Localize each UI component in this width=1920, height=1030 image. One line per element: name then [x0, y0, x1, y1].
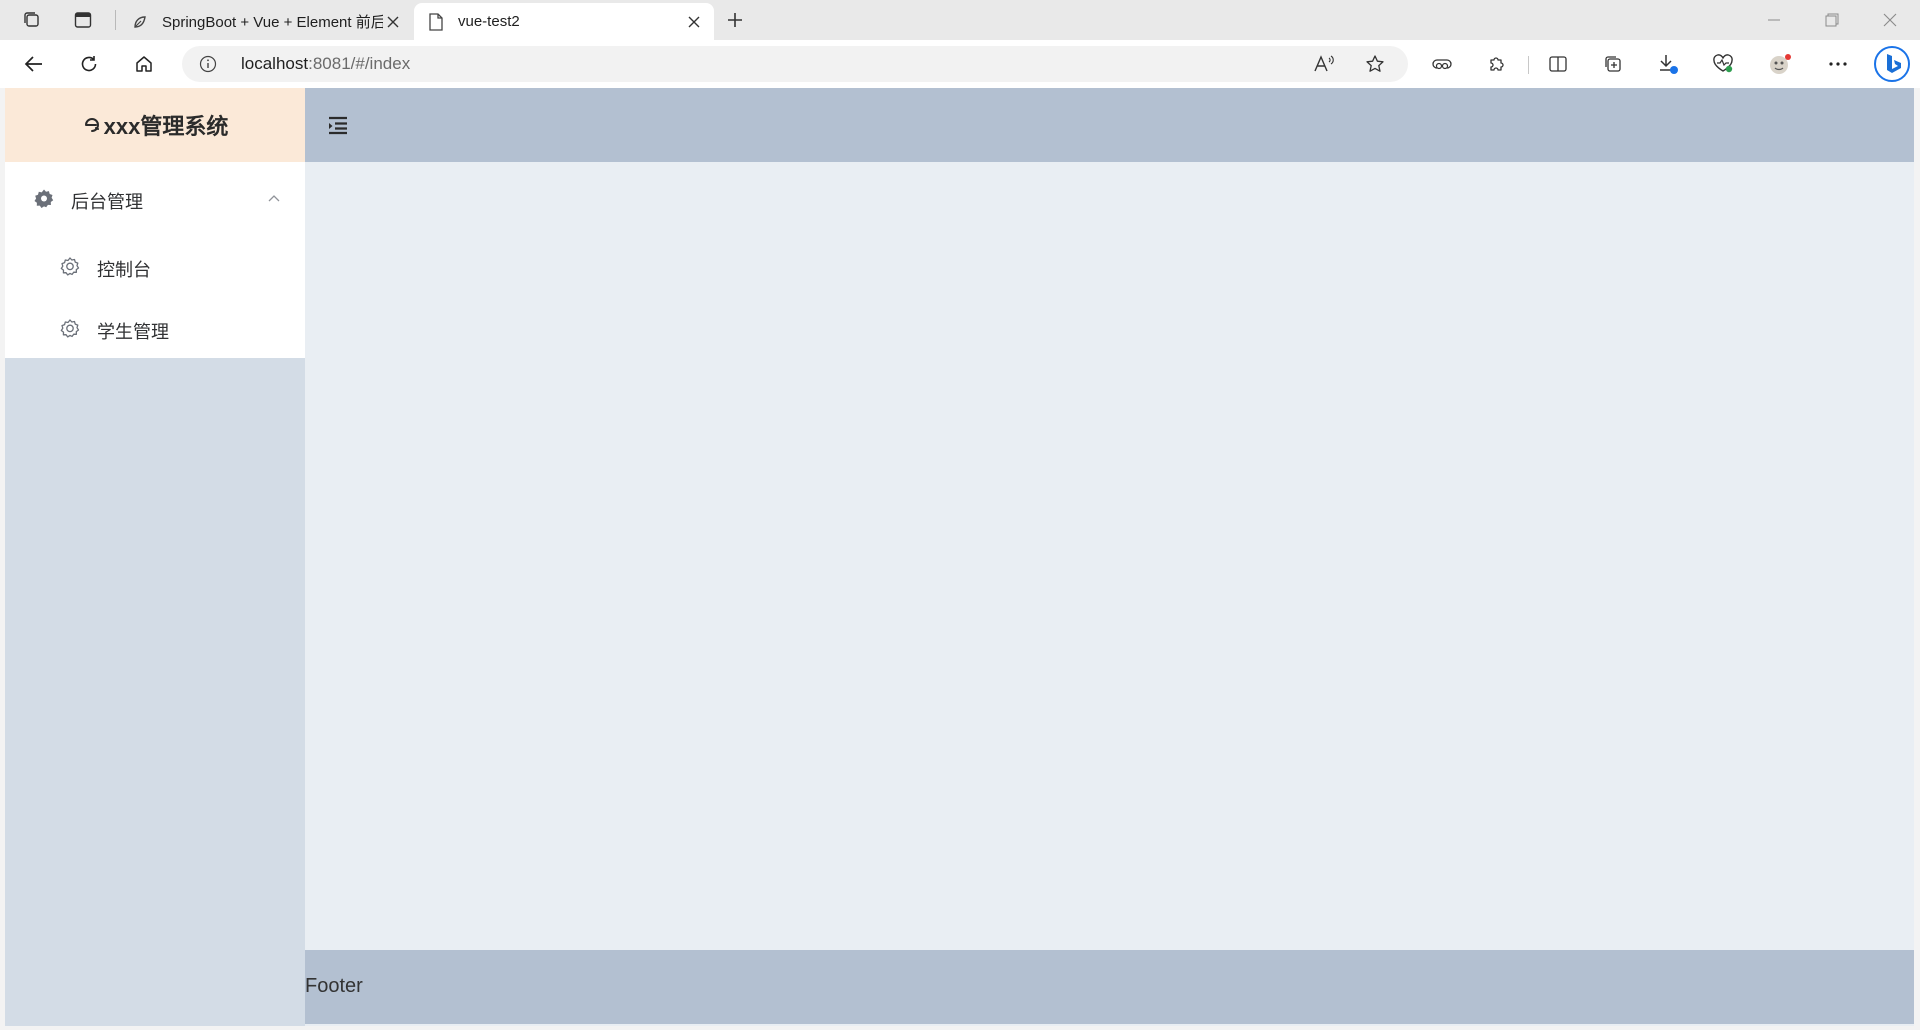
split-screen-icon[interactable] — [1540, 48, 1576, 80]
menu-item-student-management[interactable]: 学生管理 — [5, 298, 305, 360]
submenu-backend-management[interactable]: 后台管理 — [5, 162, 305, 236]
globe-leaf-icon — [130, 12, 150, 32]
settings-icon — [33, 188, 55, 210]
minimize-icon[interactable] — [1745, 0, 1803, 40]
page-viewport: xxx管理系统 后台管理 控制台 学生管理 Footer — [5, 88, 1914, 1026]
menu-item-console[interactable]: 控制台 — [5, 236, 305, 298]
gear-outline-icon — [59, 318, 81, 340]
tab-title: SpringBoot + Vue + Element 前后 — [162, 14, 383, 31]
url-path: :8081/#/index — [308, 54, 411, 73]
new-tab-icon[interactable] — [720, 6, 750, 34]
browser-health-icon[interactable] — [1705, 48, 1741, 80]
collapse-menu-icon[interactable] — [327, 115, 349, 135]
main-content — [305, 162, 1914, 950]
menu-item-label: 学生管理 — [97, 322, 169, 342]
chevron-up-icon — [267, 188, 281, 202]
restore-icon[interactable] — [1803, 0, 1861, 40]
workspaces-icon[interactable] — [17, 6, 47, 34]
toolbar-separator — [1528, 56, 1529, 74]
window-bottom-edge — [0, 1026, 1920, 1030]
app-footer: Footer — [305, 950, 1914, 1024]
footer-text: Footer — [305, 975, 363, 997]
browser-tab-bar: SpringBoot + Vue + Element 前后 vue-test2 — [0, 0, 1920, 40]
extensions-icon[interactable] — [1479, 48, 1515, 80]
favorite-star-icon[interactable] — [1359, 50, 1391, 78]
downloads-icon[interactable] — [1650, 48, 1686, 80]
logo-text: xxx管理系统 — [103, 114, 229, 139]
logo: xxx管理系统 — [5, 88, 305, 162]
profile-avatar-icon[interactable] — [1762, 48, 1798, 80]
back-icon[interactable] — [16, 48, 52, 80]
tab-springboot[interactable]: SpringBoot + Vue + Element 前后 — [118, 3, 413, 40]
side-menu: 后台管理 控制台 学生管理 — [5, 162, 305, 358]
site-info-icon[interactable] — [198, 54, 218, 74]
submenu-label: 后台管理 — [71, 192, 143, 212]
browser-essentials-icon[interactable] — [1424, 48, 1460, 80]
refresh-icon[interactable] — [71, 48, 107, 80]
more-options-icon[interactable] — [1820, 48, 1856, 80]
url-text[interactable]: localhost:8081/#/index — [241, 54, 410, 74]
collections-icon[interactable] — [1595, 48, 1631, 80]
tab-separator — [115, 10, 116, 30]
url-host: localhost — [241, 54, 309, 73]
app-header — [305, 88, 1914, 162]
read-aloud-icon[interactable] — [1308, 50, 1340, 78]
window-right-edge — [1914, 88, 1920, 1030]
home-icon[interactable] — [126, 48, 162, 80]
tab-title: vue-test2 — [458, 13, 520, 30]
close-icon[interactable] — [383, 12, 403, 32]
sidebar: xxx管理系统 后台管理 控制台 学生管理 — [5, 88, 305, 1026]
menu-item-label: 控制台 — [97, 260, 151, 280]
vertical-tabs-icon[interactable] — [68, 6, 98, 34]
address-bar[interactable]: localhost:8081/#/index — [182, 46, 1408, 82]
close-icon[interactable] — [684, 12, 704, 32]
gear-outline-icon — [59, 256, 81, 278]
browser-toolbar: localhost:8081/#/index — [0, 40, 1920, 88]
window-close-icon[interactable] — [1861, 0, 1919, 40]
tab-vue-test2[interactable]: vue-test2 — [414, 3, 714, 40]
e-logo-icon — [82, 115, 102, 135]
copilot-icon[interactable] — [1872, 44, 1912, 84]
page-icon — [426, 12, 446, 32]
